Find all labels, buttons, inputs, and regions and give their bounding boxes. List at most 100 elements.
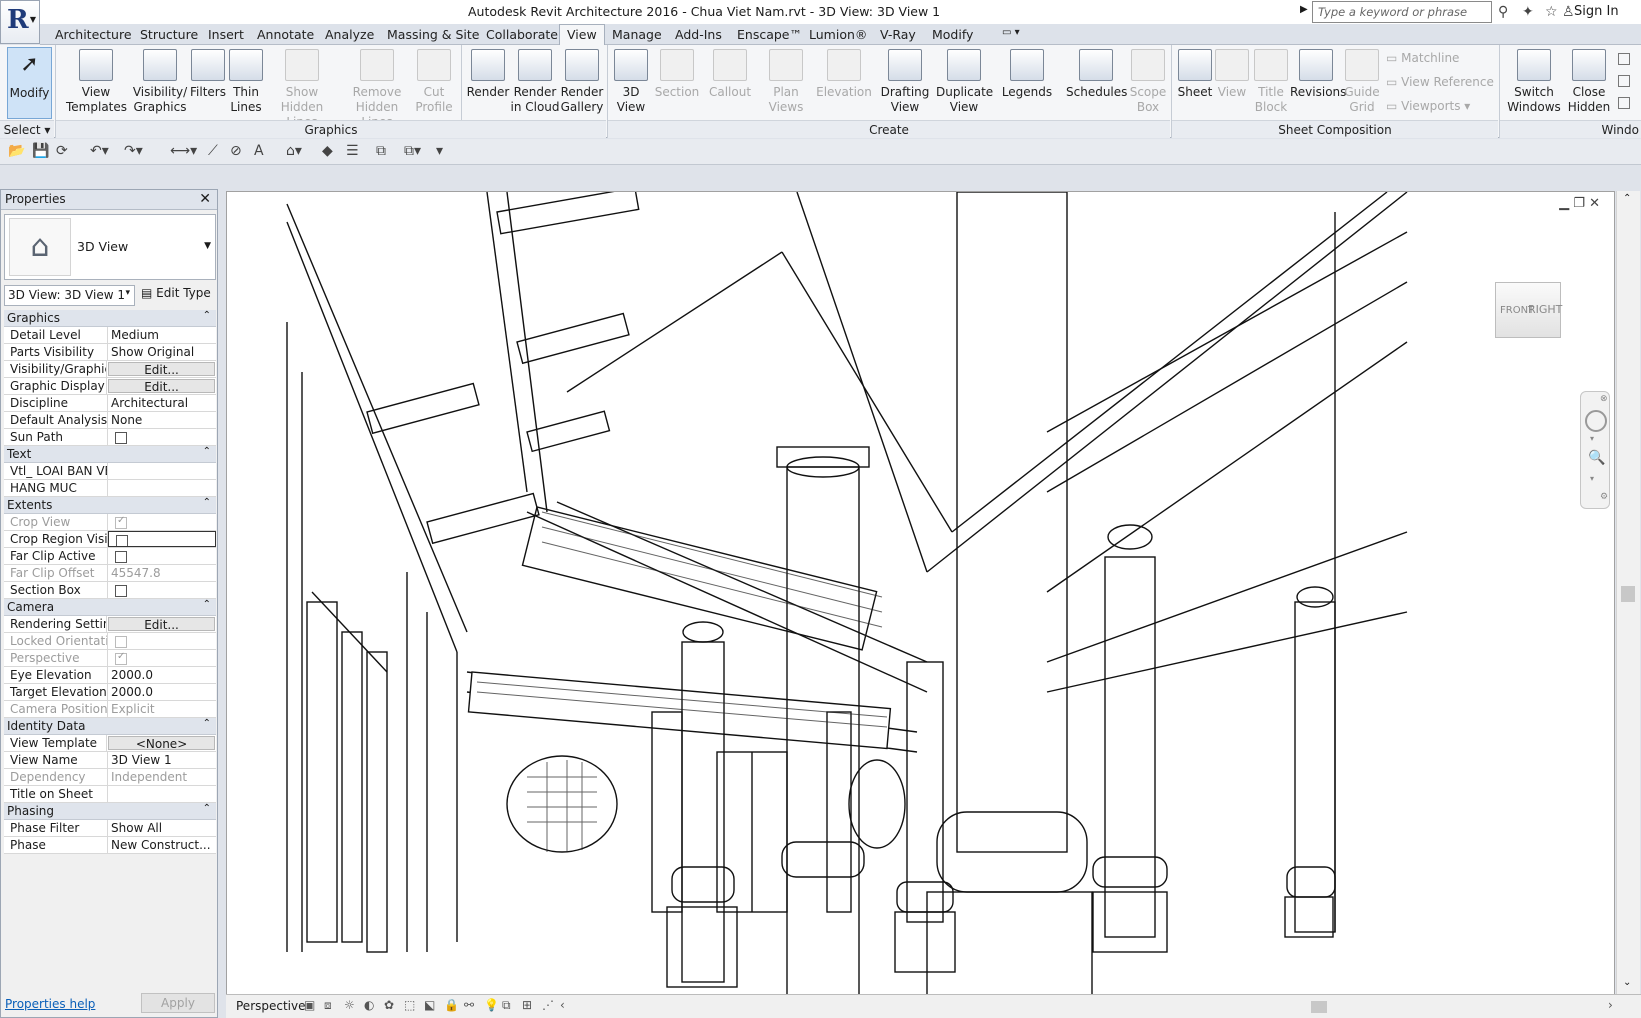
property-value[interactable]: Medium (108, 327, 216, 343)
scroll-right-icon[interactable]: › (1608, 998, 1613, 1012)
property-group-header[interactable]: Identity Data ⌃ (4, 718, 216, 735)
close-hidden-button[interactable]: Close Hidden (1566, 47, 1612, 115)
redo-icon[interactable]: ↷▾ (124, 143, 143, 159)
revisions-button[interactable]: Revisions (1290, 47, 1346, 100)
property-value[interactable]: 2000.0 (108, 684, 216, 700)
analytical-model-icon[interactable]: ⧉ (502, 998, 511, 1013)
property-value[interactable]: Architectural (108, 395, 216, 411)
tab-view[interactable]: View (559, 24, 605, 45)
close-icon[interactable]: ✕ (199, 191, 211, 207)
close-hidden-windows-icon[interactable]: ⧉ (376, 143, 386, 159)
render-icon[interactable]: ✿ (384, 998, 394, 1012)
checkbox[interactable] (115, 432, 127, 444)
property-edit-button[interactable]: Edit... (108, 617, 215, 631)
apply-button[interactable]: Apply (141, 993, 215, 1013)
scroll-down-icon[interactable]: ⌄ (1623, 977, 1631, 988)
render-gallery-button[interactable]: Render Gallery (560, 47, 604, 115)
edit-type-button[interactable]: ▤ Edit Type (141, 286, 211, 300)
collapse-chevron-icon[interactable]: ⌃ (203, 446, 211, 457)
zoom-icon[interactable]: 🔍 (1588, 450, 1605, 466)
close-icon[interactable]: ⊗ (1600, 394, 1608, 404)
checkbox[interactable] (116, 535, 128, 546)
options-icon[interactable]: ⚙ (1600, 492, 1608, 502)
replicate-icon[interactable] (1618, 53, 1630, 65)
property-value[interactable]: 3D View 1 (108, 752, 216, 768)
type-selector[interactable]: ⌂ 3D View ▼ (4, 214, 216, 280)
reveal-hidden-icon[interactable]: 💡 (484, 998, 499, 1012)
properties-help-link[interactable]: Properties help (5, 997, 95, 1011)
callout-button[interactable]: Callout (706, 47, 754, 100)
property-checkbox-cell[interactable] (108, 582, 216, 598)
customize-qat-icon[interactable]: ▾ (436, 143, 443, 159)
visual-style-icon[interactable]: ▣ (304, 998, 315, 1012)
legends-button[interactable]: Legends (1001, 47, 1053, 100)
property-checkbox-cell[interactable] (108, 429, 216, 445)
window-small-buttons[interactable] (1618, 53, 1634, 113)
vertical-scrollbar[interactable]: ⌃ ⌄ (1616, 191, 1640, 998)
title-block-button[interactable]: Title Block (1252, 47, 1290, 115)
place-view-button[interactable]: View (1214, 47, 1250, 100)
tab-manage[interactable]: Manage (612, 27, 662, 42)
property-value[interactable] (108, 786, 216, 802)
temporary-hide-icon[interactable]: ⚯ (464, 998, 474, 1012)
undo-icon[interactable]: ↶▾ (90, 143, 109, 159)
property-edit-button[interactable]: Edit... (108, 362, 215, 376)
tab-annotate[interactable]: Annotate (257, 27, 314, 42)
tab-collaborate[interactable]: Collaborate (486, 27, 558, 42)
property-edit-button[interactable]: Edit... (108, 379, 215, 393)
property-value[interactable]: None (108, 412, 216, 428)
scroll-up-icon[interactable]: ⌃ (1623, 193, 1631, 204)
property-group-header[interactable]: Phasing ⌃ (4, 803, 216, 820)
plan-views-button[interactable]: Plan Views (766, 47, 806, 115)
viewcube[interactable]: FRONT RIGHT (1495, 282, 1562, 338)
section-icon[interactable]: ◆ (322, 143, 333, 159)
property-value[interactable]: Show All (108, 820, 216, 836)
remove-hidden-lines-button[interactable]: RemoveHidden Lines (340, 47, 414, 130)
view-templates-button[interactable]: View Templates (66, 47, 127, 115)
sign-in-link[interactable]: Sign In (1574, 4, 1619, 19)
chevron-down-icon[interactable]: ▾ (1590, 474, 1594, 483)
view-window-controls[interactable]: ▁ ❐ ✕ (1559, 196, 1600, 211)
minimize-icon[interactable]: ▁ (1559, 196, 1569, 211)
property-value[interactable] (108, 463, 216, 479)
property-value[interactable] (108, 480, 216, 496)
chevron-down-icon[interactable]: ▾ (1590, 434, 1594, 443)
highlight-displacement-icon[interactable]: ⊞ (522, 998, 532, 1012)
subscription-icon[interactable]: ✦ (1522, 4, 1534, 20)
tab-lumion[interactable]: Lumion® (809, 27, 867, 42)
application-menu-button[interactable]: R ▼ (0, 0, 40, 44)
tile-icon[interactable] (1618, 97, 1630, 109)
tab-structure[interactable]: Structure (140, 27, 198, 42)
switch-windows-icon[interactable]: ⧉▾ (404, 143, 421, 159)
tab-insert[interactable]: Insert (208, 27, 244, 42)
sun-path-icon[interactable]: ☼ (344, 998, 355, 1012)
tab-massing-site[interactable]: Massing & Site (387, 27, 480, 42)
search-input[interactable]: Type a keyword or phrase (1312, 1, 1492, 23)
measure-icon[interactable]: ⟷▾ (170, 143, 197, 159)
guide-grid-button[interactable]: Guide Grid (1344, 47, 1380, 115)
filters-button[interactable]: Filters (188, 47, 228, 100)
scroll-thumb[interactable] (1621, 586, 1635, 602)
tab-architecture[interactable]: Architecture (55, 27, 132, 42)
elevation-button[interactable]: Elevation (814, 47, 874, 100)
viewcube-right-face[interactable]: RIGHT (1528, 303, 1562, 316)
shadows-icon[interactable]: ◐ (364, 998, 374, 1012)
tab-analyze[interactable]: Analyze (325, 27, 374, 42)
property-checkbox-cell[interactable] (108, 531, 216, 547)
text-icon[interactable]: A (254, 143, 264, 159)
property-group-header[interactable]: Text ⌃ (4, 446, 216, 463)
property-value[interactable]: Show Original (108, 344, 216, 360)
duplicate-view-button[interactable]: Duplicate View (936, 47, 993, 115)
collapse-chevron-icon[interactable]: ⌃ (203, 497, 211, 508)
checkbox[interactable] (115, 585, 127, 597)
open-icon[interactable]: 📂 (8, 143, 25, 159)
save-icon[interactable]: 💾 (32, 143, 49, 159)
horizontal-scroll-thumb[interactable] (1311, 1001, 1327, 1013)
graphic-display-icon[interactable]: ⧈ (324, 998, 332, 1013)
sheet-button[interactable]: Sheet (1176, 47, 1214, 100)
thin-lines-button[interactable]: Thin Lines (228, 47, 264, 115)
binoculars-icon[interactable]: ⚲ (1498, 4, 1508, 20)
reveal-constraints-icon[interactable]: ⋰ (542, 998, 554, 1012)
property-edit-button[interactable]: <None> (108, 736, 215, 750)
property-checkbox-cell[interactable] (108, 548, 216, 564)
